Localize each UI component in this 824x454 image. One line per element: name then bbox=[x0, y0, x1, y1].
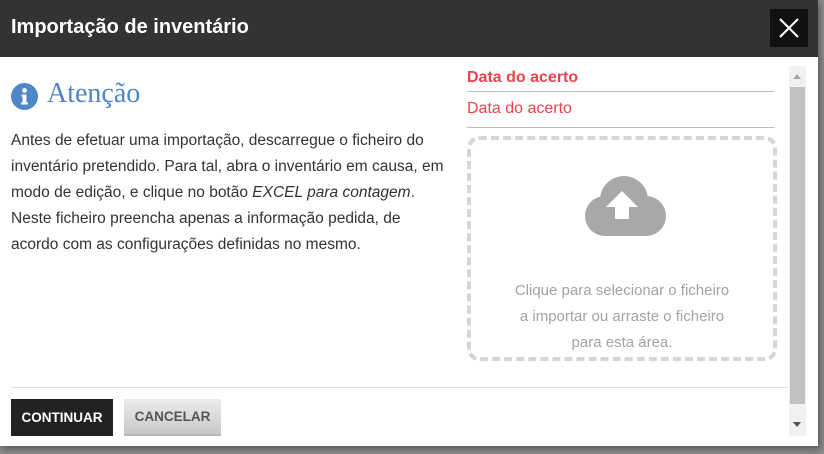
date-field-label: Data do acerto bbox=[467, 69, 774, 92]
info-icon bbox=[11, 83, 38, 110]
scroll-down-arrow-icon[interactable] bbox=[789, 416, 806, 433]
scroll-up-arrow-icon[interactable] bbox=[789, 69, 806, 86]
close-icon bbox=[779, 18, 799, 38]
continue-button[interactable]: CONTINUAR bbox=[11, 399, 113, 436]
dropzone-line-1: Clique para selecionar o ficheiro bbox=[514, 282, 730, 299]
notice-text-emphasis: EXCEL para contagem bbox=[252, 184, 411, 201]
vertical-scrollbar[interactable] bbox=[789, 66, 806, 436]
file-dropzone[interactable]: Clique para selecionar o ficheiro a impo… bbox=[467, 136, 777, 361]
notice-text: Antes de efetuar uma importação, descarr… bbox=[11, 128, 451, 258]
dialog-titlebar: Importação de inventário bbox=[0, 0, 818, 57]
dropzone-instructions: Clique para selecionar o ficheiro a impo… bbox=[485, 278, 759, 356]
footer-divider bbox=[11, 387, 788, 388]
import-dialog: Importação de inventário Atenção Antes d… bbox=[0, 0, 818, 446]
dropzone-line-2: a importar ou arraste o ficheiro bbox=[519, 308, 725, 325]
cloud-upload-icon bbox=[585, 176, 666, 236]
scrollbar-thumb[interactable] bbox=[790, 87, 805, 404]
cancel-button[interactable]: CANCELAR bbox=[124, 399, 221, 436]
attention-title: Atenção bbox=[47, 78, 141, 109]
date-field-input[interactable]: Data do acerto bbox=[467, 100, 774, 128]
dialog-title: Importação de inventário bbox=[11, 16, 249, 38]
dropzone-line-3: para esta área. bbox=[571, 334, 673, 351]
close-button[interactable] bbox=[770, 9, 808, 47]
